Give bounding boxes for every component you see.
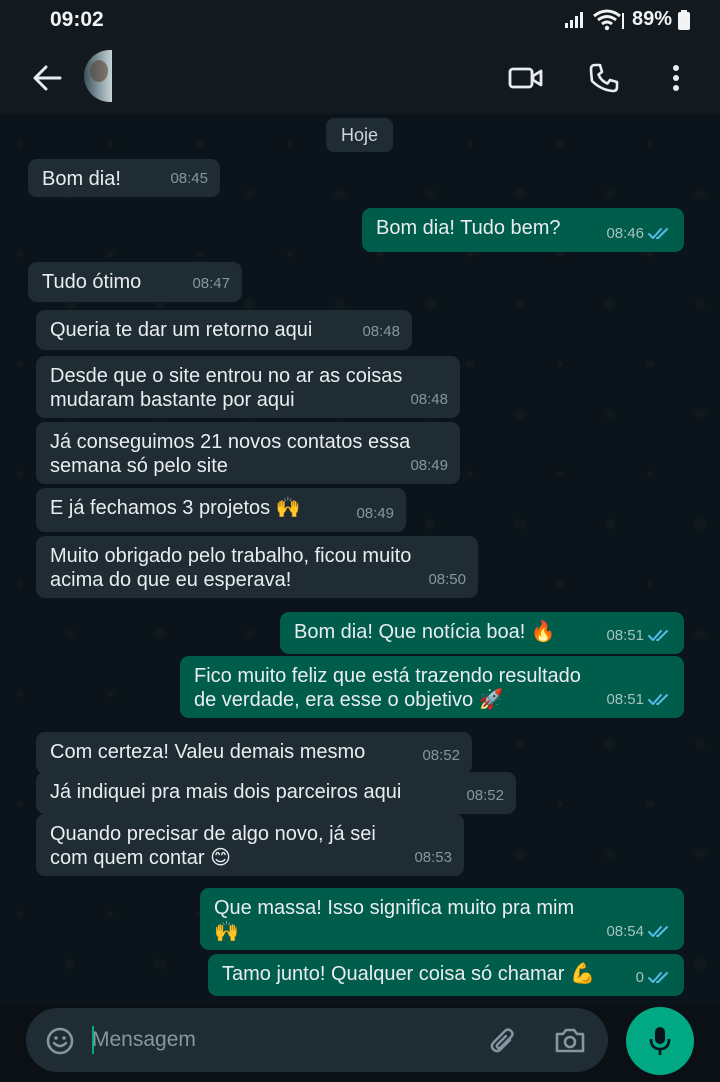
message-meta: 08:50	[428, 568, 466, 592]
message-meta: 08:49	[410, 454, 448, 478]
double-check-icon	[648, 694, 668, 705]
message-text: Fico muito feliz que está trazendo resul…	[194, 665, 581, 711]
phone-icon[interactable]	[588, 62, 620, 94]
outgoing-message[interactable]: Que massa! Isso significa muito pra mim …	[200, 888, 684, 950]
message-text: Queria te dar um retorno aqui	[50, 319, 313, 341]
message-time: 08:52	[466, 787, 504, 804]
outgoing-message[interactable]: Tamo junto! Qualquer coisa só chamar 💪 0	[208, 954, 684, 996]
battery-percent: 89%	[631, 8, 672, 30]
message-meta: 0	[636, 966, 672, 990]
message-text: Já indiquei pra mais dois parceiros aqui	[50, 781, 402, 803]
message-text: Quando precisar de algo novo, já sei com…	[50, 823, 376, 869]
incoming-message[interactable]: E já fechamos 3 projetos 🙌 08:49	[36, 488, 406, 532]
message-meta: 08:51	[606, 688, 672, 712]
video-call-icon[interactable]	[508, 66, 544, 90]
message-input[interactable]: Mensagem	[92, 1028, 196, 1052]
incoming-message[interactable]: Já indiquei pra mais dois parceiros aqui…	[36, 772, 516, 814]
message-time: 08:46	[606, 225, 644, 242]
message-meta: 08:48	[362, 320, 400, 344]
incoming-message[interactable]: Desde que o site entrou no ar as coisas …	[36, 356, 460, 418]
arrow-left-icon[interactable]	[32, 64, 62, 92]
mic-button[interactable]	[626, 1007, 694, 1075]
camera-icon[interactable]	[554, 1026, 586, 1054]
message-time: 08:54	[606, 923, 644, 940]
message-time: 08:51	[606, 691, 644, 708]
outgoing-message[interactable]: Bom dia! Que notícia boa! 🔥 08:51	[280, 612, 684, 654]
status-bar: 09:02 89%	[0, 0, 720, 42]
message-meta: 08:49	[356, 502, 394, 526]
message-time: 08:45	[170, 170, 208, 187]
message-time: 0	[635, 969, 644, 986]
message-time: 08:47	[192, 275, 230, 292]
message-text: Bom dia! Tudo bem?	[376, 217, 561, 239]
message-meta: 08:47	[192, 272, 230, 296]
double-check-icon	[648, 630, 668, 641]
message-text: Que massa! Isso significa muito pra mim …	[214, 897, 575, 943]
incoming-message[interactable]: Com certeza! Valeu demais mesmo 08:52	[36, 732, 472, 774]
incoming-message[interactable]: Quando precisar de algo novo, já sei com…	[36, 814, 464, 876]
chat-header	[0, 42, 720, 114]
status-icons: 89%	[564, 8, 690, 31]
outgoing-message[interactable]: Bom dia! Tudo bem? 08:46	[362, 208, 684, 252]
message-time: 08:51	[606, 627, 644, 644]
message-meta: 08:48	[410, 388, 448, 412]
message-text: Bom dia! Que notícia boa! 🔥	[294, 621, 556, 643]
message-meta: 08:54	[606, 920, 672, 944]
signal-icon	[564, 11, 583, 28]
message-meta: 08:45	[170, 167, 208, 191]
message-text: Já conseguimos 21 novos contatos essa se…	[50, 431, 411, 477]
emoji-icon[interactable]	[46, 1027, 74, 1055]
incoming-message[interactable]: Tudo ótimo 08:47	[28, 262, 242, 302]
message-time: 08:49	[356, 505, 394, 522]
message-text: Bom dia!	[42, 168, 121, 190]
message-meta: 08:53	[414, 846, 452, 870]
battery-icon	[678, 9, 690, 30]
avatar[interactable]	[84, 50, 112, 102]
day-divider: Hoje	[326, 118, 393, 152]
incoming-message[interactable]: Bom dia! 08:45	[28, 159, 220, 197]
message-meta: 08:51	[606, 624, 672, 648]
message-meta: 08:52	[422, 744, 460, 768]
message-text: Desde que o site entrou no ar as coisas …	[50, 365, 403, 411]
message-time: 08:49	[410, 457, 448, 474]
double-check-icon	[648, 926, 668, 937]
incoming-message[interactable]: Já conseguimos 21 novos contatos essa se…	[36, 422, 460, 484]
paperclip-icon[interactable]	[488, 1026, 518, 1056]
incoming-message[interactable]: Muito obrigado pelo trabalho, ficou muit…	[36, 536, 478, 598]
wifi-icon	[593, 9, 624, 30]
double-check-icon	[648, 972, 668, 983]
message-text: Com certeza! Valeu demais mesmo	[50, 741, 366, 763]
double-check-icon	[648, 228, 668, 239]
message-text: Tamo junto! Qualquer coisa só chamar 💪	[222, 963, 595, 985]
message-text: Tudo ótimo	[42, 271, 142, 293]
message-composer[interactable]: Mensagem	[26, 1008, 608, 1072]
message-meta: 08:46	[606, 222, 672, 246]
more-vert-icon[interactable]	[668, 62, 684, 94]
mic-icon	[649, 1027, 671, 1055]
message-text: Muito obrigado pelo trabalho, ficou muit…	[50, 545, 412, 591]
message-time: 08:53	[414, 849, 452, 866]
incoming-message[interactable]: Queria te dar um retorno aqui 08:48	[36, 310, 412, 350]
message-time: 08:48	[410, 391, 448, 408]
status-time: 09:02	[50, 8, 104, 31]
message-time: 08:48	[362, 323, 400, 340]
message-text: E já fechamos 3 projetos 🙌	[50, 497, 301, 519]
message-time: 08:50	[428, 571, 466, 588]
message-time: 08:52	[422, 747, 460, 764]
outgoing-message[interactable]: Fico muito feliz que está trazendo resul…	[180, 656, 684, 718]
message-meta: 08:52	[466, 784, 504, 808]
